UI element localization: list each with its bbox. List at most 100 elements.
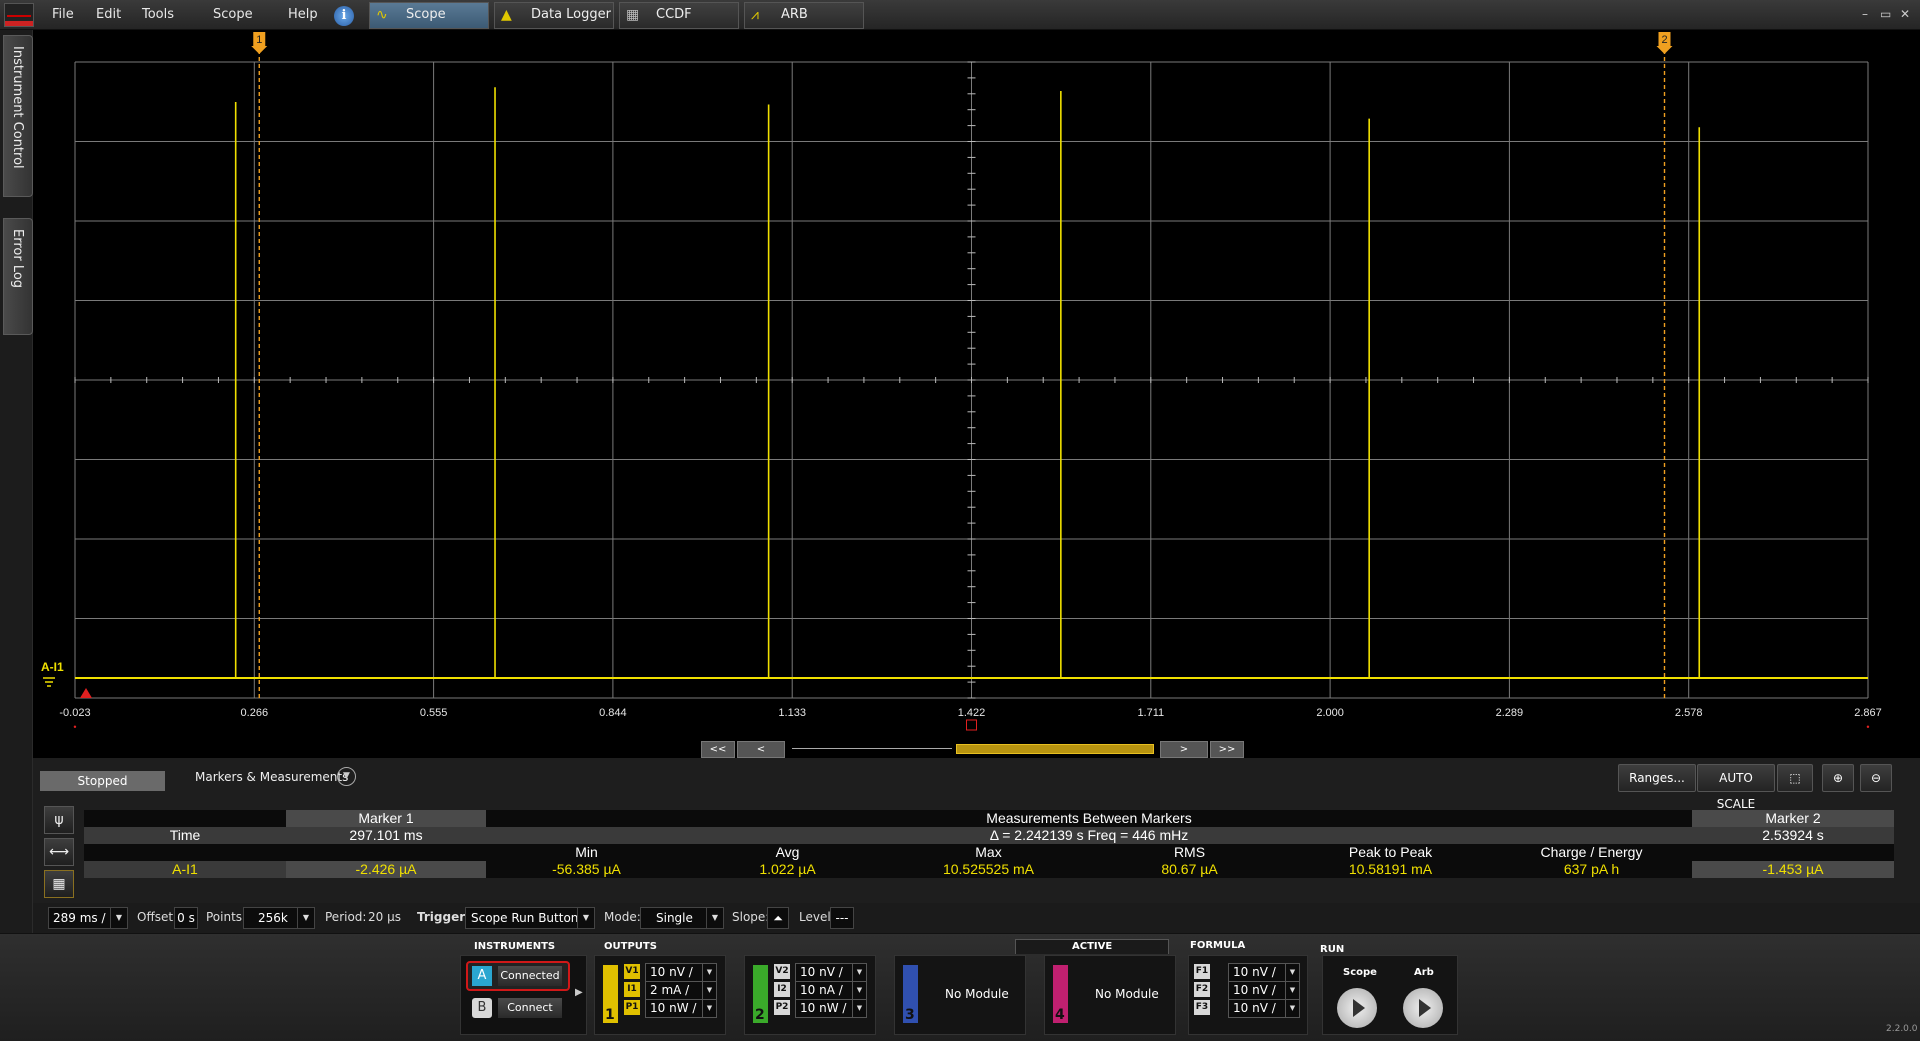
col-rms: RMS xyxy=(1089,844,1290,861)
grid-icon[interactable]: ▦ xyxy=(44,870,74,898)
run-arb-button[interactable] xyxy=(1403,988,1443,1028)
tab-scope[interactable]: ∿ Scope xyxy=(369,2,489,29)
channel-1-number: 1 xyxy=(605,1007,615,1023)
maximize-icon[interactable]: ▭ xyxy=(1880,7,1891,21)
zoom-in-icon[interactable]: ⊕ xyxy=(1822,764,1854,792)
ch1-scale-value: 10 nV / xyxy=(650,965,693,979)
formula-scale-value: 10 nV / xyxy=(1233,965,1276,979)
max-value: 10.525525 mA xyxy=(888,861,1089,878)
instrument-b-badge: B xyxy=(472,998,492,1018)
formula-scale-select-1[interactable]: 10 nV / ▼ xyxy=(1228,963,1300,982)
close-icon[interactable]: ✕ xyxy=(1900,7,1910,21)
tab-data-logger[interactable]: ▲ Data Logger xyxy=(494,2,614,29)
points-select[interactable]: 256k ▼ xyxy=(243,907,315,929)
chevron-down-icon: ▼ xyxy=(297,908,314,928)
chevron-down-icon: ▼ xyxy=(852,964,866,981)
arb-wave-icon: ⩘ xyxy=(751,7,759,23)
ch2-scale-value: 10 nW / xyxy=(800,1001,847,1015)
menu-edit[interactable]: Edit xyxy=(96,7,121,22)
scope-plot[interactable]: -0.023 0.266 0.555 0.844 1.133 1.422 1.711 2.00… xyxy=(33,30,1920,758)
x-tick-label: 1.422 xyxy=(958,707,986,719)
minimize-icon[interactable]: – xyxy=(1862,7,1868,21)
marker-2-label: 2 xyxy=(1661,34,1667,46)
channel-2-number: 2 xyxy=(755,1007,765,1023)
markers-measurements-label[interactable]: Markers & Measurements xyxy=(195,770,348,784)
offset-input[interactable]: 0 s xyxy=(174,907,198,929)
ch1-scale-select-2[interactable]: 2 mA / ▼ xyxy=(645,981,717,1000)
time-label: Time xyxy=(84,827,286,844)
nav-next-button[interactable]: > xyxy=(1160,741,1208,758)
zoom-out-icon[interactable]: ⊖ xyxy=(1860,764,1892,792)
period-label: Period: xyxy=(325,910,367,924)
side-tab-instrument-control-label: Instrument Control xyxy=(10,46,25,169)
menu-tools[interactable]: Tools xyxy=(142,7,174,22)
chevron-right-icon[interactable]: ▶ xyxy=(575,987,583,998)
chevron-down-icon: ▼ xyxy=(1285,982,1299,999)
level-input[interactable]: --- xyxy=(830,907,854,929)
x-tick-label: 2.000 xyxy=(1316,707,1344,719)
scale-start-marker: • xyxy=(73,722,76,732)
side-tab-error-log[interactable]: Error Log xyxy=(3,218,33,335)
probe-icon[interactable]: ψ xyxy=(44,806,74,834)
chevron-down-icon[interactable]: ▼ xyxy=(337,767,356,786)
x-tick-label: 0.844 xyxy=(599,707,627,719)
menu-scope[interactable]: Scope xyxy=(213,7,253,22)
nav-first-button[interactable]: << xyxy=(701,741,735,758)
zoom-box-icon[interactable]: ⬚ xyxy=(1777,764,1813,792)
ch2-scale-select-1[interactable]: 10 nV / ▼ xyxy=(795,963,867,982)
marker-1-label: 1 xyxy=(256,34,262,46)
ch2-scale-value: 10 nA / xyxy=(800,983,843,997)
scope-graph[interactable]: -0.023 0.266 0.555 0.844 1.133 1.422 1.711 2.00… xyxy=(33,30,1920,758)
trigger-source-select[interactable]: Scope Run Button ▼ xyxy=(465,907,595,929)
auto-scale-button[interactable]: AUTO SCALE xyxy=(1697,764,1775,811)
tab-ccdf[interactable]: ▦ CCDF xyxy=(619,2,739,29)
run-arb-label: Arb xyxy=(1414,967,1434,978)
ch1-scale-select-1[interactable]: 10 nV / ▼ xyxy=(645,963,717,982)
instrument-a-connected[interactable]: A Connected xyxy=(466,961,570,991)
ch2-scale-select-3[interactable]: 10 nW / ▼ xyxy=(795,999,867,1018)
chevron-down-icon: ▼ xyxy=(852,1000,866,1017)
acquisition-settings xyxy=(33,903,1920,933)
ranges-button[interactable]: Ranges... xyxy=(1618,764,1696,792)
side-tab-instrument-control[interactable]: Instrument Control xyxy=(3,35,33,197)
chevron-down-icon: ▼ xyxy=(702,1000,716,1017)
mode-select[interactable]: Single ▼ xyxy=(640,907,724,929)
menu-help[interactable]: Help xyxy=(288,7,318,22)
formula-scale-select-3[interactable]: 10 nV / ▼ xyxy=(1228,999,1300,1018)
table-blank xyxy=(84,810,286,827)
nav-last-button[interactable]: >> xyxy=(1210,741,1244,758)
formula-scale-select-2[interactable]: 10 nV / ▼ xyxy=(1228,981,1300,1000)
channel-label: A-I1 xyxy=(84,861,286,878)
info-icon[interactable]: i xyxy=(334,6,354,26)
min-value: -56.385 µA xyxy=(486,861,687,878)
marker-2-arrow xyxy=(1656,46,1673,54)
tab-arb[interactable]: ⩘ ARB xyxy=(744,2,864,29)
chevron-down-icon: ▼ xyxy=(110,908,127,928)
x-tick-label: 0.555 xyxy=(420,707,448,719)
ch1-scale-value: 2 mA / xyxy=(650,983,690,997)
charge-value: 637 pA h xyxy=(1491,861,1692,878)
menu-file[interactable]: File xyxy=(52,7,74,22)
offset-label: Offset: xyxy=(137,910,178,924)
nav-prev-button[interactable]: < xyxy=(737,741,785,758)
ch2-scale-select-2[interactable]: 10 nA / ▼ xyxy=(795,981,867,1000)
marker-spread-icon[interactable]: ⟷ xyxy=(44,838,74,866)
channel-4-stripe: 4 xyxy=(1053,965,1068,1023)
table-blank xyxy=(84,844,286,861)
ch1-chip-p1: P1 xyxy=(624,1000,640,1015)
nav-scroll-thumb[interactable] xyxy=(956,744,1154,754)
formula-chip-f1: F1 xyxy=(1194,964,1210,979)
ch1-scale-value: 10 nW / xyxy=(650,1001,697,1015)
instrument-b-connect[interactable]: B Connect xyxy=(468,996,566,1020)
marker1-header: Marker 1 xyxy=(286,810,486,827)
points-label: Points: xyxy=(206,910,247,924)
run-scope-label: Scope xyxy=(1343,967,1377,978)
ch1-scale-select-3[interactable]: 10 nW / ▼ xyxy=(645,999,717,1018)
run-scope-button[interactable] xyxy=(1337,988,1377,1028)
marker-1-arrow xyxy=(251,46,268,54)
rising-slope-icon[interactable]: ⏶ xyxy=(767,907,789,929)
timebase-select[interactable]: 289 ms / ▼ xyxy=(48,907,128,929)
active-label: ACTIVE xyxy=(1072,941,1113,952)
x-tick-label: 0.266 xyxy=(241,707,269,719)
col-min: Min xyxy=(486,844,687,861)
